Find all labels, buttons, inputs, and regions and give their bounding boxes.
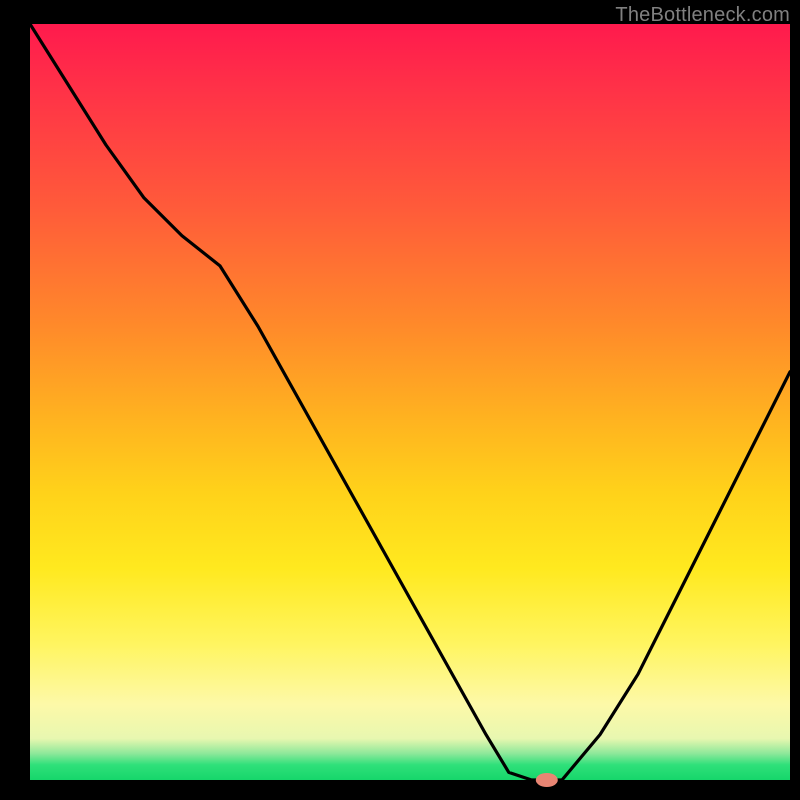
optimal-point-marker xyxy=(536,773,558,787)
curve-svg xyxy=(30,24,790,780)
bottleneck-curve xyxy=(30,24,790,780)
plot-area xyxy=(30,24,790,780)
chart-container: TheBottleneck.com xyxy=(0,0,800,800)
watermark-text: TheBottleneck.com xyxy=(615,4,790,27)
